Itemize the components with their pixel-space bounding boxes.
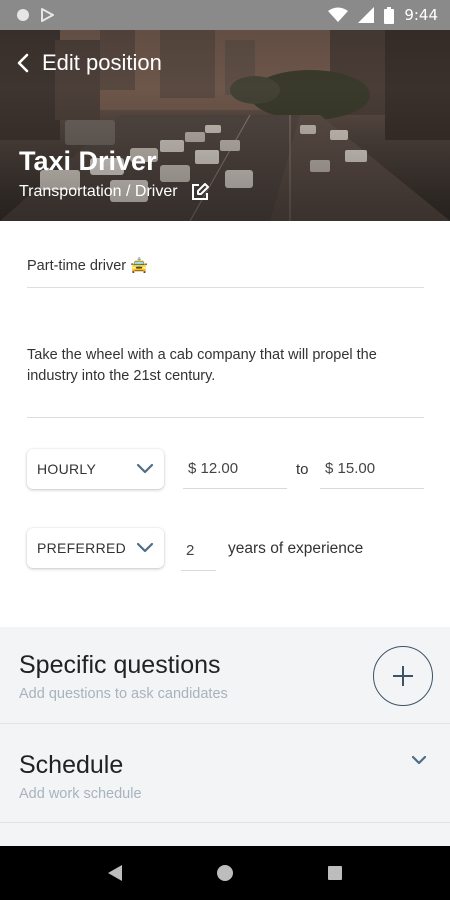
description-underline: [27, 417, 424, 418]
battery-icon: [384, 6, 395, 24]
chevron-down-icon[interactable]: [410, 753, 428, 767]
screen-title: Edit position: [42, 50, 162, 75]
status-bar: 9:44: [0, 0, 450, 30]
job-category-row: Transportation / Driver: [19, 182, 210, 202]
pay-max-input[interactable]: $ 15.00: [320, 449, 424, 489]
section-divider: [0, 822, 450, 823]
section-title: Specific questions: [19, 651, 221, 679]
experience-years-input[interactable]: 2: [181, 531, 216, 571]
recents-nav-icon[interactable]: [327, 865, 343, 881]
wifi-icon: [328, 7, 349, 22]
chevron-down-icon: [136, 463, 154, 474]
job-category: Transportation / Driver: [19, 183, 178, 200]
home-nav-icon[interactable]: [216, 864, 234, 882]
experience-requirement-select[interactable]: PREFERRED: [27, 528, 164, 568]
play-store-icon: [41, 8, 54, 22]
add-question-button[interactable]: [373, 646, 433, 706]
header-hero: Edit position Taxi Driver Transportation…: [0, 0, 450, 221]
back-arrow-icon[interactable]: [14, 48, 32, 78]
signal-icon: [358, 7, 375, 23]
section-divider: [0, 723, 450, 724]
job-title: Taxi Driver: [19, 146, 157, 176]
navigation-bar: [0, 846, 450, 900]
position-name-underline: [27, 287, 424, 288]
pay-to-label: to: [296, 461, 309, 478]
section-subtitle: Add questions to ask candidates: [19, 686, 228, 702]
pay-type-select[interactable]: HOURLY: [27, 449, 164, 489]
section-title: Schedule: [19, 751, 124, 779]
back-button[interactable]: Edit position: [14, 48, 162, 78]
chevron-down-icon: [136, 542, 154, 553]
plus-icon: [393, 666, 413, 686]
pay-min-input[interactable]: $ 12.00: [183, 449, 287, 489]
experience-requirement-value: PREFERRED: [37, 540, 127, 556]
status-time: 9:44: [404, 6, 438, 24]
back-nav-icon[interactable]: [107, 864, 123, 882]
circle-notification-icon: [17, 9, 29, 21]
description-input[interactable]: Take the wheel with a cab company that w…: [27, 345, 427, 387]
experience-years-label: years of experience: [228, 540, 364, 557]
position-name-input[interactable]: Part-time driver 🚖: [27, 257, 148, 274]
section-subtitle: Add work schedule: [19, 786, 142, 802]
edit-icon[interactable]: [190, 182, 210, 202]
pay-type-value: HOURLY: [37, 461, 97, 477]
